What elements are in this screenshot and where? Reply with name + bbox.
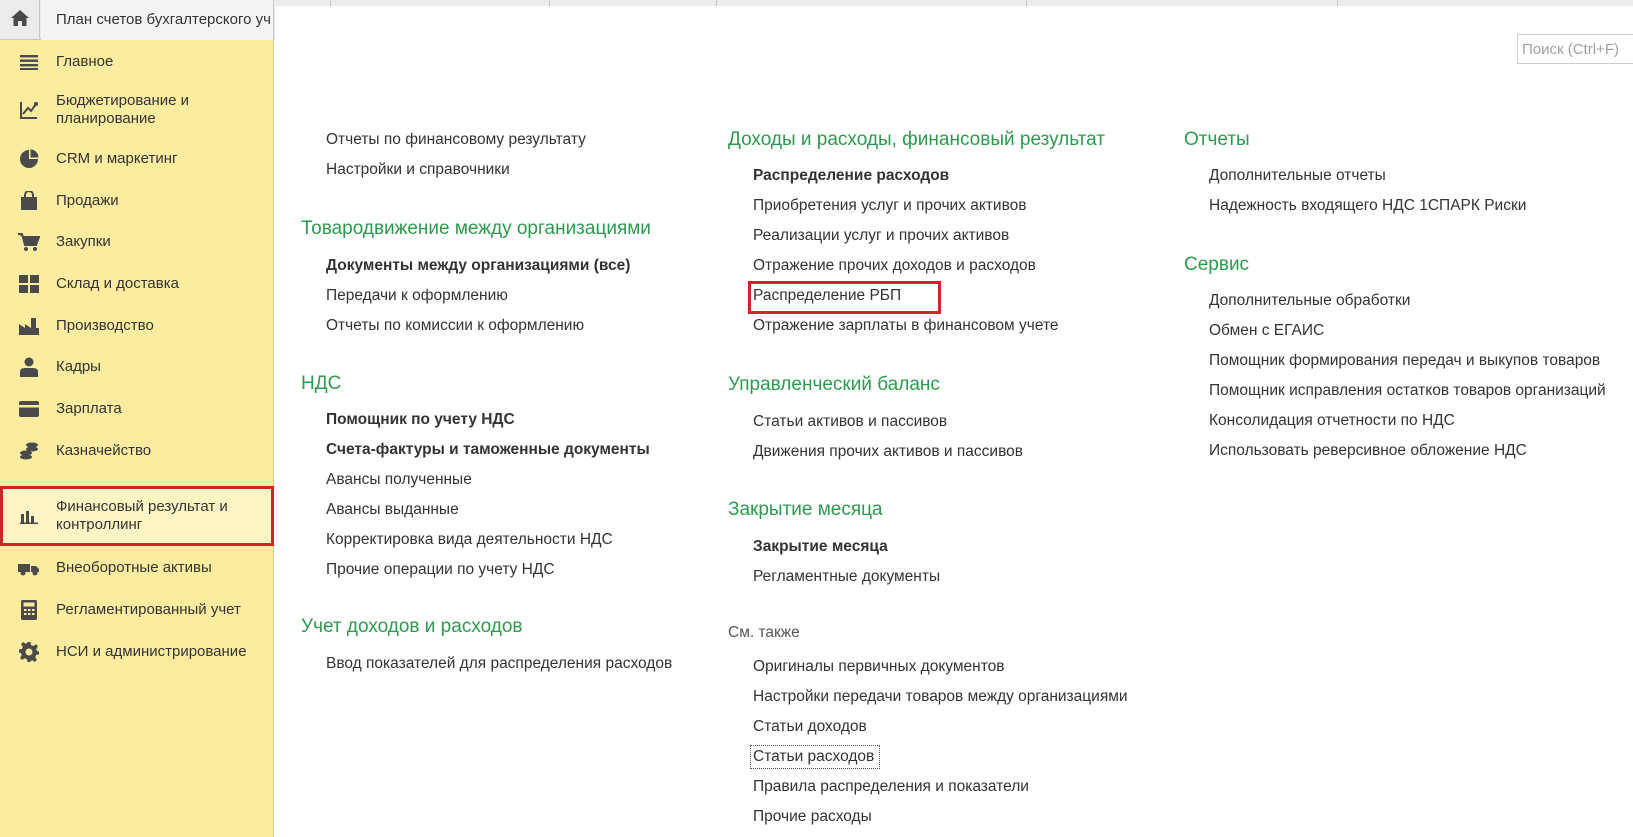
sidebar-item-label: Закупки xyxy=(56,233,111,250)
sidebar-item-salary[interactable]: Зарплата xyxy=(0,389,274,429)
link-additional-processing[interactable]: Дополнительные обработки xyxy=(1209,292,1410,310)
link-vat-reliability-spark[interactable]: Надежность входящего НДС 1СПАРК Риски xyxy=(1209,197,1526,215)
sidebar-item-label: Казначейство xyxy=(56,442,152,459)
sidebar-item-purchases[interactable]: Закупки xyxy=(0,222,274,262)
coins-icon xyxy=(18,440,40,462)
sidebar-item-label: Продажи xyxy=(56,192,119,209)
link-vat-activity-adjustment[interactable]: Корректировка вида деятельности НДС xyxy=(326,531,613,549)
link-expense-distribution-indicators[interactable]: Ввод показателей для распределения расхо… xyxy=(326,655,672,673)
link-payroll-reflection[interactable]: Отражение зарплаты в финансовом учете xyxy=(753,317,1059,335)
link-expense-distribution[interactable]: Распределение расходов xyxy=(753,167,949,185)
link-expense-items[interactable]: Статьи расходов xyxy=(753,748,874,766)
link-invoices-customs[interactable]: Счета-фактуры и таможенные документы xyxy=(326,441,650,459)
sidebar-item-main[interactable]: Главное xyxy=(0,42,274,82)
home-button[interactable] xyxy=(0,0,40,40)
link-transfers-to-process[interactable]: Передачи к оформлению xyxy=(326,287,508,305)
link-primary-document-originals[interactable]: Оригиналы первичных документов xyxy=(753,658,1005,676)
link-other-vat-operations[interactable]: Прочие операции по учету НДС xyxy=(326,561,555,579)
menu-icon xyxy=(18,51,40,73)
link-advances-issued[interactable]: Авансы выданные xyxy=(326,501,459,519)
link-additional-reports[interactable]: Дополнительные отчеты xyxy=(1209,167,1386,185)
pie-icon xyxy=(18,148,40,170)
section-title: НДС xyxy=(301,373,342,394)
sidebar-item-label: Регламентированный учет xyxy=(56,601,241,618)
link-goods-transfer-settings[interactable]: Настройки передачи товаров между организ… xyxy=(753,688,1128,706)
sidebar-item-regulated-accounting[interactable]: Регламентированный учет xyxy=(0,590,274,630)
link-vat-assistant[interactable]: Помощник по учету НДС xyxy=(326,411,515,429)
sidebar-item-crm[interactable]: CRM и маркетинг xyxy=(0,139,274,179)
sidebar-item-label: Склад и доставка xyxy=(56,275,179,292)
section-title: Учет доходов и расходов xyxy=(301,616,523,637)
gear-icon xyxy=(18,641,40,663)
link-advances-received[interactable]: Авансы полученные xyxy=(326,471,472,489)
link-asset-liability-items[interactable]: Статьи активов и пассивов xyxy=(753,413,947,431)
sidebar-item-label: Внеоборотные активы xyxy=(56,559,212,576)
link-egais-exchange[interactable]: Обмен с ЕГАИС xyxy=(1209,322,1324,340)
link-reverse-vat[interactable]: Использовать реверсивное обложение НДС xyxy=(1209,442,1527,460)
sidebar-item-treasury[interactable]: Казначейство xyxy=(0,431,274,471)
wallet-icon xyxy=(18,398,40,420)
link-regulatory-documents[interactable]: Регламентные документы xyxy=(753,568,940,586)
sidebar-item-fixed-assets[interactable]: Внеоборотные активы xyxy=(0,548,274,588)
link-deferred-expenses-distribution[interactable]: Распределение РБП xyxy=(753,287,901,305)
bar-chart-icon xyxy=(18,505,40,527)
content-top-area xyxy=(275,6,1633,40)
sidebar-item-label: Бюджетирование и планирование xyxy=(56,92,190,127)
link-other-asset-movements[interactable]: Движения прочих активов и пассивов xyxy=(753,443,1023,461)
cart-icon xyxy=(18,231,40,253)
factory-icon xyxy=(18,315,40,337)
link-other-income-expenses[interactable]: Отражение прочих доходов и расходов xyxy=(753,257,1036,275)
link-month-closing[interactable]: Закрытие месяца xyxy=(753,538,888,556)
see-also-title: См. также xyxy=(728,624,800,641)
person-icon xyxy=(18,356,40,378)
sidebar-item-production[interactable]: Производство xyxy=(0,306,274,346)
sidebar-item-hr[interactable]: Кадры xyxy=(0,347,274,387)
link-intercompany-documents[interactable]: Документы между организациями (все) xyxy=(326,257,630,275)
section-title: Доходы и расходы, финансовый результат xyxy=(728,129,1106,150)
home-icon xyxy=(10,9,30,32)
budget-icon xyxy=(18,99,40,121)
section-title: Управленческий баланс xyxy=(728,374,940,395)
sidebar-item-admin[interactable]: НСИ и администрирование xyxy=(0,632,274,672)
sidebar-item-label: Финансовый результат и контроллинг xyxy=(56,498,228,533)
link-service-sales[interactable]: Реализации услуг и прочих активов xyxy=(753,227,1009,245)
sidebar-item-label: Производство xyxy=(56,317,154,334)
sidebar-item-warehouse[interactable]: Склад и доставка xyxy=(0,264,274,304)
sidebar-item-sales[interactable]: Продажи xyxy=(0,181,274,221)
tab-chart-of-accounts[interactable]: План счетов бухгалтерского уч xyxy=(41,0,274,40)
link-commission-reports[interactable]: Отчеты по комиссии к оформлению xyxy=(326,317,584,335)
sidebar: Главное Бюджетирование и планирование CR… xyxy=(0,40,274,837)
link-vat-consolidation[interactable]: Консолидация отчетности по НДС xyxy=(1209,412,1455,430)
section-title: Товародвижение между организациями xyxy=(301,218,651,239)
link-settings-and-catalogs[interactable]: Настройки и справочники xyxy=(326,161,510,179)
link-financial-result-reports[interactable]: Отчеты по финансовому результату xyxy=(326,131,586,149)
sidebar-item-label: CRM и маркетинг xyxy=(56,150,178,167)
section-title: Сервис xyxy=(1184,254,1250,275)
warehouse-icon xyxy=(18,273,40,295)
sidebar-item-label: Главное xyxy=(56,53,114,70)
sidebar-item-financial-result[interactable]: Финансовый результат и контроллинг xyxy=(0,486,274,546)
sidebar-item-label: НСИ и администрирование xyxy=(56,643,247,660)
link-income-items[interactable]: Статьи доходов xyxy=(753,718,867,736)
bag-icon xyxy=(18,190,40,212)
section-title: Закрытие месяца xyxy=(728,499,883,520)
link-distribution-rules[interactable]: Правила распределения и показатели xyxy=(753,778,1029,796)
truck-icon xyxy=(18,557,40,579)
link-other-expenses[interactable]: Прочие расходы xyxy=(753,808,872,826)
calculator-icon xyxy=(18,599,40,621)
link-transfer-buyback-assistant[interactable]: Помощник формирования передач и выкупов … xyxy=(1209,352,1600,370)
sidebar-item-label: Кадры xyxy=(56,358,101,375)
search-input[interactable] xyxy=(1517,34,1633,64)
link-stock-correction-assistant[interactable]: Помощник исправления остатков товаров ор… xyxy=(1209,382,1606,400)
section-title: Отчеты xyxy=(1184,129,1250,150)
sidebar-item-label: Зарплата xyxy=(56,400,122,417)
link-service-purchases[interactable]: Приобретения услуг и прочих активов xyxy=(753,197,1026,215)
sidebar-item-budgeting[interactable]: Бюджетирование и планирование xyxy=(0,85,274,135)
